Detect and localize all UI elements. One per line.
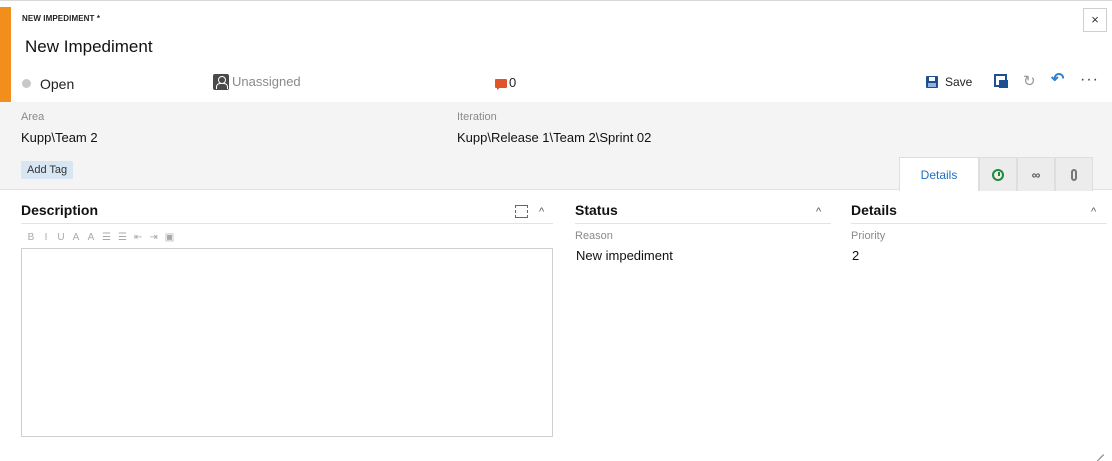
priority-field[interactable]: 2	[852, 248, 859, 263]
history-icon	[992, 168, 1004, 181]
user-icon	[213, 74, 229, 90]
reason-field[interactable]: New impediment	[576, 248, 673, 263]
details-divider	[851, 223, 1107, 224]
refresh-icon[interactable]: ↻	[1023, 74, 1036, 90]
insert-image-icon[interactable]: ▣	[165, 232, 174, 243]
maximize-icon[interactable]	[515, 205, 528, 218]
assigned-to-field[interactable]: Unassigned	[232, 74, 301, 89]
description-editor[interactable]	[21, 248, 553, 437]
close-button[interactable]: ×	[1083, 8, 1107, 32]
area-label: Area	[21, 111, 45, 123]
work-item-tabs: Details ∞	[899, 157, 1093, 191]
add-tag-button[interactable]: Add Tag	[21, 161, 74, 179]
details-heading: Details	[851, 202, 897, 218]
copy-icon[interactable]	[994, 74, 1009, 89]
description-heading: Description	[21, 202, 99, 218]
undo-icon[interactable]: ↶	[1051, 72, 1064, 88]
rich-text-toolbar: B I U A A ☰ ☰ ⇤ ⇥ ▣	[27, 232, 175, 243]
underline-icon[interactable]: U	[57, 232, 65, 243]
tab-links[interactable]: ∞	[1017, 157, 1055, 191]
state-indicator-icon	[22, 79, 31, 88]
more-actions-icon[interactable]: ···	[1080, 72, 1099, 88]
work-item-fields: Area Kupp\Team 2 Iteration Kupp\Release …	[0, 102, 1112, 191]
resize-grip-icon[interactable]	[1094, 445, 1104, 455]
work-item-title[interactable]: New Impediment	[25, 37, 153, 57]
reason-label: Reason	[575, 230, 613, 242]
work-item-type-label: NEW IMPEDIMENT *	[22, 14, 101, 23]
status-collapse-icon[interactable]: ^	[816, 206, 821, 218]
status-heading: Status	[575, 202, 618, 218]
description-collapse-icon[interactable]: ^	[539, 206, 544, 218]
iteration-field[interactable]: Kupp\Release 1\Team 2\Sprint 02	[457, 130, 651, 145]
increase-indent-icon[interactable]: ⇥	[149, 232, 157, 243]
iteration-label: Iteration	[457, 111, 497, 123]
save-icon	[926, 76, 938, 88]
save-button-label: Save	[945, 75, 973, 89]
highlight-icon[interactable]: A	[72, 232, 80, 243]
comment-icon	[495, 79, 507, 90]
decrease-indent-icon[interactable]: ⇤	[134, 232, 142, 243]
tab-history[interactable]	[979, 157, 1017, 191]
font-color-icon[interactable]: A	[87, 232, 95, 243]
description-divider	[21, 223, 553, 224]
work-item-type-color-bar	[0, 7, 11, 103]
details-collapse-icon[interactable]: ^	[1091, 206, 1096, 218]
work-item-header: NEW IMPEDIMENT * New Impediment × Open U…	[0, 0, 1112, 103]
bold-icon[interactable]: B	[27, 232, 35, 243]
numbered-list-icon[interactable]: ☰	[118, 232, 127, 243]
attachments-icon	[1071, 168, 1077, 181]
status-divider	[575, 223, 831, 224]
work-item-dialog: NEW IMPEDIMENT * New Impediment × Open U…	[0, 0, 1112, 461]
tab-attachments[interactable]	[1055, 157, 1093, 191]
save-button[interactable]: Save	[926, 73, 972, 91]
bulleted-list-icon[interactable]: ☰	[102, 232, 111, 243]
italic-icon[interactable]: I	[42, 232, 50, 243]
area-field[interactable]: Kupp\Team 2	[21, 130, 98, 145]
links-icon: ∞	[1031, 167, 1041, 182]
priority-label: Priority	[851, 230, 886, 242]
state-dropdown[interactable]: Open	[40, 76, 74, 92]
comment-count[interactable]: 0	[509, 75, 516, 90]
tab-details[interactable]: Details	[899, 157, 979, 191]
